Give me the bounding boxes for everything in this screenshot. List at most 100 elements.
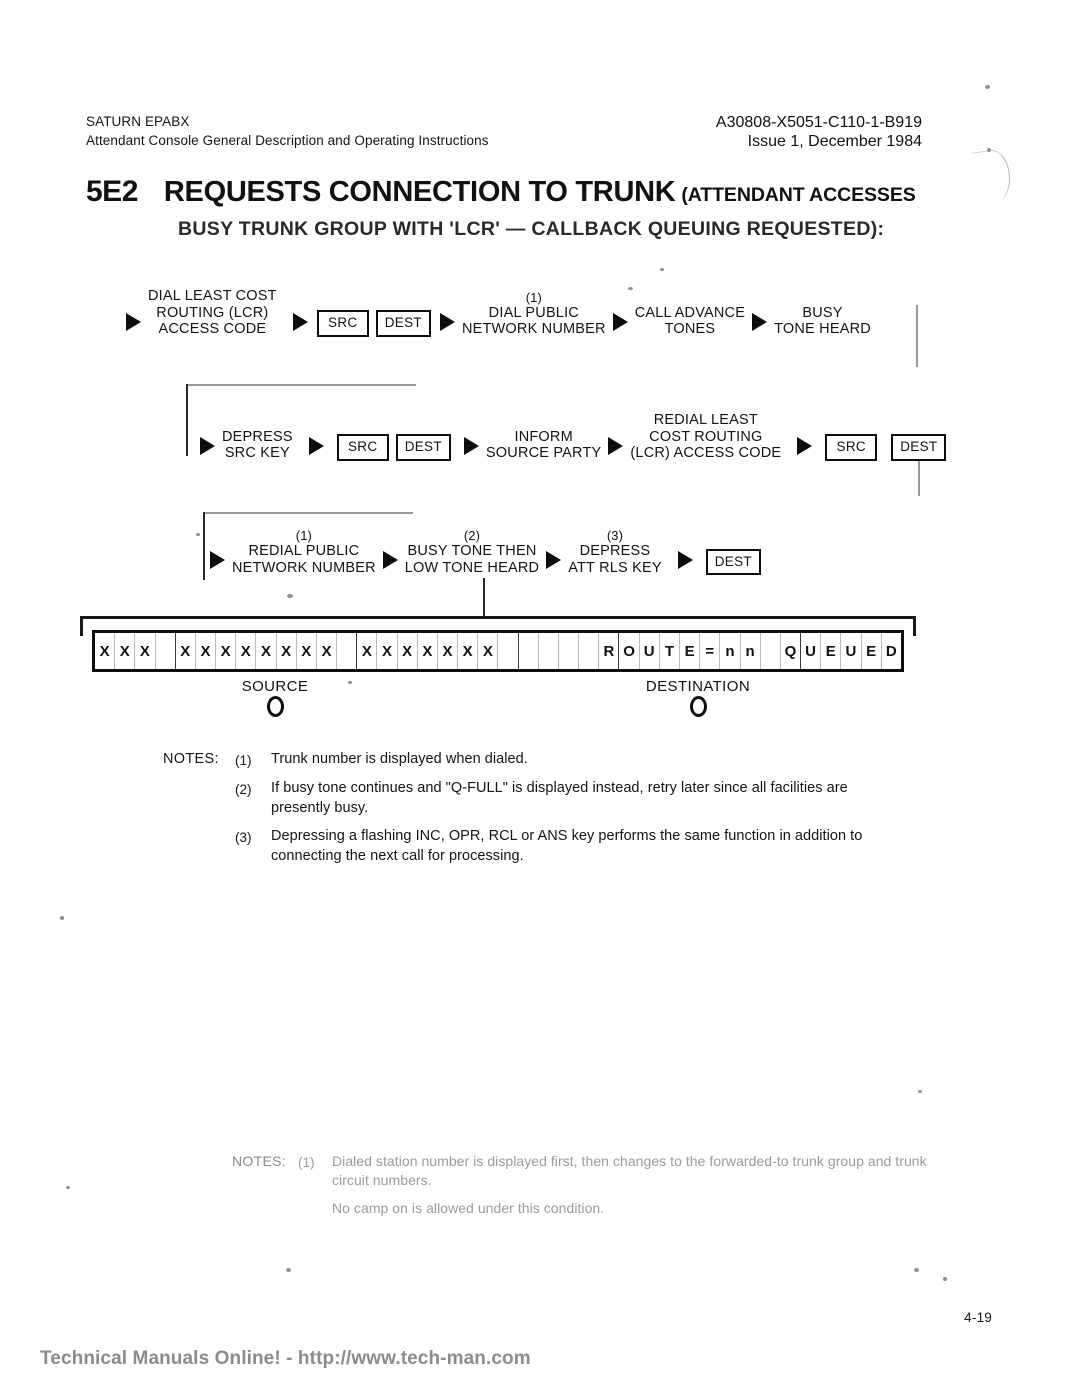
display-cell: X <box>236 633 257 669</box>
display-cell: X <box>418 633 438 669</box>
flow-step-line: NETWORK NUMBER <box>232 559 376 576</box>
key-dest[interactable]: DEST <box>705 548 761 575</box>
running-head-product: SATURN EPABX <box>86 114 190 129</box>
display-cell: X <box>398 633 418 669</box>
display-cell: X <box>297 633 317 669</box>
note-number: (2) <box>235 781 252 797</box>
display-cell: X <box>317 633 338 669</box>
flow-connector-row1-right <box>916 305 918 367</box>
watermark: Technical Manuals Online! - http://www.t… <box>40 1348 531 1369</box>
flow-step-dial-public-network-number: (1) DIAL PUBLIC NETWORK NUMBER <box>455 290 613 338</box>
flow-step-line: COST ROUTING <box>649 428 763 445</box>
arrow-icon <box>752 312 768 331</box>
note-reference: (2) <box>463 528 481 543</box>
flow-step-line: DEPRESS <box>579 543 651 559</box>
arrow-icon <box>463 436 479 455</box>
display-cell <box>579 633 600 669</box>
display-cell: O <box>619 633 640 669</box>
display-cell: X <box>95 633 116 669</box>
flow-step-depress-src-key: DEPRESS SRC KEY <box>215 429 300 462</box>
running-head-issue-date: Issue 1, December 1984 <box>747 133 922 150</box>
note-text: Trunk number is displayed when dialed. <box>271 751 528 767</box>
key-dest[interactable]: DEST <box>375 310 431 337</box>
scan-speck <box>987 148 991 152</box>
display-cell: U <box>801 633 822 669</box>
note-reference: (3) <box>606 528 624 543</box>
display-character-row: X X X X X X X X X X X X X X X X X X R O U T E = n n Q U E U E D <box>92 630 904 672</box>
flow-row-1: DIAL LEAST COST ROUTING (LCR) ACCESS COD… <box>126 288 878 338</box>
flow-step-busy-then-low-tone-heard: (2) BUSY TONE THEN LOW TONE HEARD <box>398 528 546 576</box>
display-cell: E <box>862 633 882 669</box>
flow-step-line: NETWORK NUMBER <box>461 321 606 337</box>
key-src[interactable]: SRC <box>825 434 878 461</box>
display-cell <box>539 633 559 669</box>
manual-page: SATURN EPABX Attendant Console General D… <box>0 0 1080 1397</box>
running-head-document: Attendant Console General Description an… <box>86 133 489 148</box>
display-cell <box>761 633 781 669</box>
key-src[interactable]: SRC <box>316 310 369 337</box>
display-cell <box>156 633 176 669</box>
flow-row-3: (1) REDIAL PUBLIC NETWORK NUMBER (2) BUS… <box>210 528 761 576</box>
flow-step-line: REDIAL LEAST <box>653 412 758 428</box>
flow-connector-row3-top <box>203 512 413 514</box>
key-dest[interactable]: DEST <box>891 434 947 461</box>
display-cell <box>498 633 519 669</box>
flow-step-line: INFORM <box>514 428 573 445</box>
display-cell: D <box>885 642 897 660</box>
destination-lamp-group: DESTINATION <box>608 678 788 717</box>
flow-step-line: REDIAL PUBLIC <box>248 543 360 559</box>
scan-speck <box>287 594 293 598</box>
flow-connector-row3-left <box>203 512 205 580</box>
scan-speck <box>196 533 200 536</box>
note-text: Depressing a flashing INC, OPR, RCL or A… <box>271 828 863 864</box>
ghost-note-item: No camp on is allowed under this conditi… <box>232 1199 932 1218</box>
page-title: REQUESTS CONNECTION TO TRUNK <box>163 176 676 208</box>
page-title-line-1: 5E2 REQUESTS CONNECTION TO TRUNK (ATTENDA… <box>86 175 986 209</box>
ghost-note-number: (1) <box>298 1154 315 1170</box>
attendant-console-display-panel: X X X X X X X X X X X X X X X X X X R O U T E = n n Q U E U E D <box>80 616 916 674</box>
arrow-icon <box>126 312 141 331</box>
arrow-icon <box>612 312 628 331</box>
ghost-note-item: NOTES: (1) Dialed station number is disp… <box>232 1152 932 1190</box>
note-number: (3) <box>235 829 252 845</box>
display-cell: E <box>680 633 701 669</box>
destination-lamp-indicator[interactable] <box>689 696 707 717</box>
note-number: (1) <box>235 752 252 768</box>
note-item: (2) If busy tone continues and "Q-FULL" … <box>163 779 893 818</box>
key-dest[interactable]: DEST <box>395 434 451 461</box>
arrow-icon <box>292 312 308 331</box>
scan-speck <box>918 1090 922 1093</box>
display-cell: X <box>357 633 378 669</box>
flow-step-depress-att-rls-key: (3) DEPRESS ATT RLS KEY <box>561 528 669 576</box>
source-lamp-indicator[interactable] <box>266 696 284 717</box>
page-title-paren: (ATTENDANT ACCESSES <box>681 184 916 206</box>
display-cell: X <box>135 633 156 669</box>
page-number: 4-19 <box>964 1310 992 1325</box>
arrow-icon <box>608 436 624 455</box>
flow-step-dial-lcr-access-code: DIAL LEAST COST ROUTING (LCR) ACCESS COD… <box>141 288 284 338</box>
display-cell: X <box>377 633 398 669</box>
display-cell: X <box>256 633 277 669</box>
flow-step-line: DEPRESS <box>222 428 293 445</box>
flow-step-line: CALL ADVANCE <box>634 304 746 321</box>
flow-step-inform-source-party: INFORM SOURCE PARTY <box>479 429 608 462</box>
note-item: (3) Depressing a flashing INC, OPR, RCL … <box>163 827 893 866</box>
running-head-right-1: A30808-X5051-C110-1-B919 <box>602 114 922 132</box>
key-pair-src-dest: SRC DEST <box>336 434 451 462</box>
flow-step-line: (LCR) ACCESS CODE <box>630 445 782 461</box>
flow-step-redial-lcr-access-code: REDIAL LEAST COST ROUTING (LCR) ACCESS C… <box>623 412 788 462</box>
display-cell <box>519 633 539 669</box>
display-cell: Q <box>781 633 802 669</box>
flow-step-line: ROUTING (LCR) <box>156 304 269 321</box>
display-cell: X <box>216 633 237 669</box>
page-title-line-2: BUSY TRUNK GROUP WITH 'LCR' — CALLBACK Q… <box>178 218 885 240</box>
display-cell: n <box>720 633 741 669</box>
flow-step-line: TONES <box>664 321 716 337</box>
flow-step-line: DIAL PUBLIC <box>488 304 579 321</box>
arrow-icon <box>546 551 562 569</box>
ghost-note-number-spacer <box>298 1199 332 1200</box>
arrow-icon <box>382 551 398 569</box>
arrow-icon <box>677 551 693 569</box>
key-src[interactable]: SRC <box>336 434 389 461</box>
arrow-icon <box>439 312 455 331</box>
